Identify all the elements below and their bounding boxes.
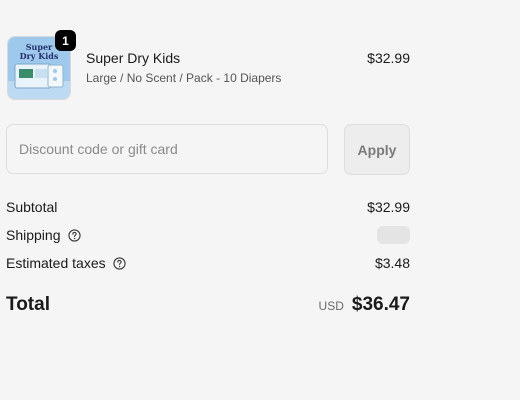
subtotal-value: $32.99 <box>367 199 410 215</box>
taxes-row: Estimated taxes $3.48 <box>6 255 410 275</box>
question-circle-icon[interactable] <box>67 228 81 242</box>
question-circle-icon[interactable] <box>112 256 126 270</box>
order-summary: Super Dry Kids 1 Super Dry Kids Large / … <box>0 0 520 400</box>
taxes-value: $3.48 <box>374 255 410 271</box>
product-variant: Large / No Scent / Pack - 10 Diapers <box>86 71 282 85</box>
subtotal-row: Subtotal $32.99 <box>6 199 410 219</box>
product-name: Super Dry Kids <box>86 50 181 66</box>
shipping-row: Shipping <box>6 226 410 247</box>
total-label: Total <box>6 294 50 315</box>
product-price: $32.99 <box>367 50 410 66</box>
shipping-label: Shipping <box>6 227 61 243</box>
total-amount: USD $36.47 <box>319 294 410 316</box>
currency-code: USD <box>318 299 344 313</box>
shipping-value-placeholder <box>377 226 410 244</box>
quantity-badge: 1 <box>55 30 76 51</box>
apply-button[interactable]: Apply <box>344 124 410 175</box>
discount-code-input[interactable] <box>6 124 328 174</box>
subtotal-label: Subtotal <box>6 199 58 215</box>
total-value: $36.47 <box>351 294 410 315</box>
taxes-label: Estimated taxes <box>6 255 106 271</box>
line-item: Super Dry Kids 1 Super Dry Kids Large / … <box>7 30 410 100</box>
product-image-text-2: Dry Kids <box>20 51 59 61</box>
